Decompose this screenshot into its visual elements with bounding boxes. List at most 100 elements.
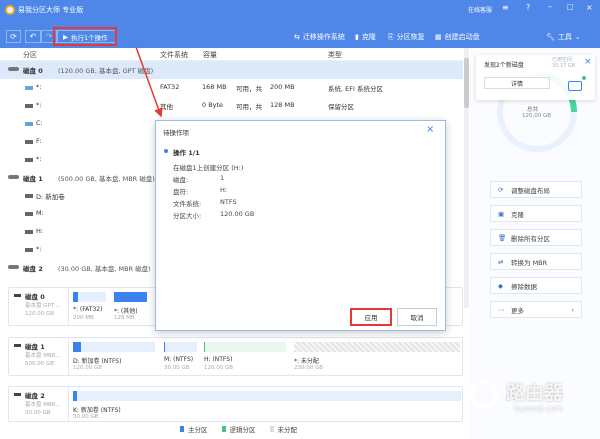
recovery-label: 分区恢复 xyxy=(396,33,425,41)
partition-bar[interactable] xyxy=(164,342,197,352)
operation-title: 操作 1/1 xyxy=(173,149,200,157)
available-of: 可用，共 xyxy=(236,85,262,93)
partition-name: *: xyxy=(36,155,42,163)
col-partition[interactable]: 分区 xyxy=(23,50,37,60)
disk-map-size: 500.00 GB xyxy=(25,361,55,367)
menu-icon[interactable]: ≡ xyxy=(502,3,509,12)
convert-mbr-icon: ⇄ xyxy=(498,257,504,266)
clone-icon: ▮ xyxy=(355,33,359,41)
windows-icon: ▦ xyxy=(435,33,442,41)
refresh-button[interactable]: ⟳ xyxy=(6,30,21,43)
wipe-data-icon: ◆ xyxy=(498,281,503,290)
legend-unallocated: 未分配 xyxy=(269,424,297,434)
dialog-close-icon[interactable]: × xyxy=(426,124,434,135)
partition-size: 230.00 GB xyxy=(294,365,324,371)
partition-name: M: xyxy=(36,209,44,217)
tools-button[interactable]: 🔧︎ 工具 ⌄ xyxy=(546,32,581,42)
disk-map-type: 基本盘 MBR... xyxy=(25,402,61,408)
close-icon[interactable]: × xyxy=(586,3,593,12)
disk-map-type: 基本盘 GPT ... xyxy=(25,303,62,309)
partition-bar[interactable] xyxy=(73,292,106,302)
create-boot-button[interactable]: ▦ 创建启动盘 xyxy=(435,32,480,42)
migrate-label: 迁移操作系统 xyxy=(302,33,345,41)
disk-map-name: 磁盘 0 xyxy=(25,293,45,301)
partition-name: *: xyxy=(36,245,42,253)
partition-size: 30.00 GB xyxy=(73,414,99,420)
more-icon: ⋯ xyxy=(498,305,505,314)
total-space: 200 MB xyxy=(270,83,295,91)
disk-info: (120.00 GB, 基本盘, GPT 磁盘) xyxy=(58,67,154,75)
help-icon[interactable]: ? xyxy=(526,3,530,12)
convert-mbr-label: 转换为 MBR xyxy=(511,258,548,267)
partition-icon xyxy=(25,140,33,144)
delete-all-label: 删除所有分区 xyxy=(511,234,550,243)
col-capacity[interactable]: 容量 xyxy=(203,50,217,60)
used-label: 已用空间 xyxy=(552,57,573,63)
highlight-box xyxy=(53,27,117,46)
field-label: 磁盘: xyxy=(173,176,189,184)
adjust-layout-button[interactable]: ⟳ 调整磁盘布局 xyxy=(490,181,582,198)
disk-map-name: 磁盘 1 xyxy=(25,343,45,351)
disk-icon xyxy=(568,81,582,91)
adjust-layout-label: 调整磁盘布局 xyxy=(511,186,550,195)
clone-button[interactable]: ▮ 克隆 xyxy=(355,32,376,42)
legend-logical: 逻辑分区 xyxy=(221,424,256,434)
online-service-link[interactable]: 在线客服 xyxy=(468,5,492,14)
wipe-data-button[interactable]: ◆ 擦除数据 xyxy=(490,277,582,294)
field-label: 分区大小: xyxy=(173,212,202,220)
partition-icon xyxy=(25,230,33,234)
partition-bar-fill xyxy=(114,292,147,302)
partition-recovery-button[interactable]: ⎘ 分区恢复 xyxy=(388,32,425,42)
cancel-button[interactable]: 取消 xyxy=(397,308,437,326)
col-filesystem[interactable]: 文件系统 xyxy=(160,50,188,60)
dialog-title: 待操作项 xyxy=(163,129,189,137)
partition-row[interactable]: *: FAT32 168 MB 可用，共 200 MB 系统, EFI 系统分区 xyxy=(0,79,463,97)
disk-info: (30.00 GB, 基本盘, MBR 磁盘) xyxy=(58,265,151,273)
disk-row[interactable]: 磁盘 0 (120.00 GB, 基本盘, GPT 磁盘) xyxy=(0,61,463,79)
partition-bar[interactable] xyxy=(204,342,286,352)
partition-size: 120.00 GB xyxy=(73,365,103,371)
field-value: 120.00 GB xyxy=(220,210,255,218)
total-label: 总共 xyxy=(527,107,539,113)
popup-close-icon[interactable]: × xyxy=(584,57,592,67)
more-button[interactable]: ⋯ 更多 › xyxy=(490,301,582,318)
disk-map-size: 30.00 GB xyxy=(25,410,51,416)
partition-label: M: (NTFS) xyxy=(164,356,194,363)
available-of: 可用，共 xyxy=(236,103,262,111)
partition-row[interactable]: *: 其他 0 Byte 可用，共 128 MB 保留分区 xyxy=(0,97,463,115)
details-button[interactable]: 详情 xyxy=(484,77,550,89)
watermark-text: 路由器 xyxy=(506,382,564,404)
col-type[interactable]: 类型 xyxy=(328,50,342,60)
partition-bar[interactable] xyxy=(114,292,147,302)
total-value: 120.00 GB xyxy=(522,113,552,119)
legend-primary: 主分区 xyxy=(180,424,208,434)
recovery-icon: ⎘ xyxy=(388,32,394,41)
field-value: 1 xyxy=(220,174,225,182)
partition-bar[interactable] xyxy=(73,391,461,401)
divider xyxy=(68,288,69,325)
disk-icon xyxy=(14,393,21,396)
scrollbar[interactable] xyxy=(464,48,469,308)
wrench-icon: 🔧︎ xyxy=(546,33,555,41)
migrate-os-button[interactable]: ⇆ 迁移操作系统 xyxy=(294,32,345,42)
convert-mbr-button[interactable]: ⇄ 转换为 MBR xyxy=(490,253,582,270)
undo-button[interactable]: ↶ xyxy=(25,30,41,43)
partition-label: *: (FAT32) xyxy=(73,306,103,313)
partition-size: 200 MB xyxy=(73,315,94,321)
partition-bar[interactable] xyxy=(294,342,460,352)
field-value: H: xyxy=(220,186,228,194)
popup-text: 发现2个新磁盘 xyxy=(484,62,524,69)
partition-bar-fill xyxy=(73,292,79,302)
free-space: 168 MB xyxy=(202,83,227,91)
clone-label: 克隆 xyxy=(361,33,376,41)
disk-icon xyxy=(14,344,21,347)
delete-all-button[interactable]: 🗑︎ 删除所有分区 xyxy=(490,229,582,246)
minimize-icon[interactable]: – xyxy=(548,2,552,11)
partition-icon xyxy=(25,158,33,162)
clone-button[interactable]: ▣ 克隆 xyxy=(490,205,582,222)
apply-button[interactable]: 应用 xyxy=(350,308,392,326)
disk-map-type: 基本盘 MBR... xyxy=(25,353,61,359)
partition-bar[interactable] xyxy=(73,342,155,352)
disk-name: 磁盘 2 xyxy=(23,265,43,273)
maximize-icon[interactable]: □ xyxy=(567,3,574,11)
